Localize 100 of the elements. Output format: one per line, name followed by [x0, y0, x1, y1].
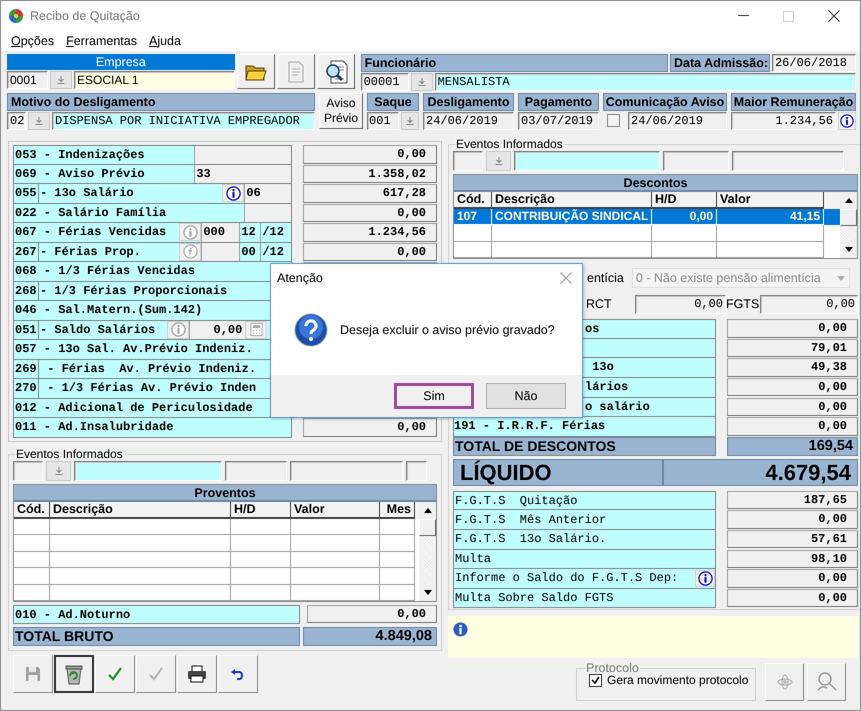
input-field[interactable]	[290, 461, 403, 481]
amount-field[interactable]: 98,10	[727, 550, 858, 568]
input-field[interactable]: 12	[239, 223, 260, 242]
amount-field[interactable]: 49,38	[727, 358, 858, 377]
dropdown-button[interactable]	[50, 71, 72, 89]
undo-button[interactable]	[218, 655, 258, 693]
close-icon[interactable]	[828, 10, 840, 22]
amount-field[interactable]: 0,00	[727, 319, 858, 338]
item-code: 269	[14, 360, 39, 378]
input-field[interactable]	[201, 242, 240, 261]
recycle-button[interactable]	[54, 655, 94, 693]
input-field[interactable]: 06	[244, 184, 292, 202]
input-field[interactable]: 000	[201, 223, 240, 242]
magnifier-button[interactable]	[807, 663, 846, 701]
company-code-field[interactable]: 0001	[7, 71, 48, 89]
amount-field[interactable]: 79,01	[727, 338, 858, 358]
input-field[interactable]: 00	[239, 242, 260, 261]
amount-field[interactable]: 0,00	[727, 588, 858, 608]
checkbox[interactable]	[589, 674, 602, 686]
employee-name-field[interactable]: MENSALISTA	[434, 73, 856, 91]
amount-field[interactable]: 0,00	[303, 242, 437, 261]
input-field[interactable]	[406, 461, 427, 481]
employee-code-field[interactable]: 00001	[360, 73, 409, 91]
input-field[interactable]	[74, 461, 222, 481]
item-label: Informe o Saldo do F.G.T.S Dep:	[454, 570, 678, 588]
alimony-label: entícia	[586, 271, 624, 286]
notice-button[interactable]: Aviso Prévio	[319, 93, 363, 129]
amount-field[interactable]: 0,00	[303, 204, 437, 222]
amount-field[interactable]: 0,00	[760, 294, 858, 314]
amount-field[interactable]: 0,00	[727, 378, 858, 396]
date-field[interactable]: 24/06/2019	[423, 112, 514, 130]
dropdown-button[interactable]	[486, 151, 511, 171]
reason-code-field[interactable]: 02	[7, 112, 26, 130]
amount-field[interactable]: 1.234,56	[731, 112, 836, 130]
reason-field[interactable]: DISPENSA POR INICIATIVA EMPREGADOR	[52, 112, 315, 130]
input-field[interactable]	[244, 204, 292, 222]
total-value: 169,54	[727, 436, 858, 456]
amount-field[interactable]: 0,00	[635, 294, 726, 314]
amount-field[interactable]: 0,00	[727, 510, 858, 529]
table-row[interactable]: 107 CONTRIBUIÇÃO SINDICAL 0,00 41,15	[454, 209, 840, 226]
info-icon	[170, 322, 186, 337]
item-code: 051	[14, 320, 39, 339]
window-title: Recibo de Quitação	[30, 9, 140, 23]
document-search-button[interactable]	[316, 54, 355, 89]
item-label: 069 - Aviso Prévio	[14, 164, 194, 183]
date-field[interactable]: 24/06/2019	[628, 112, 727, 130]
amount-field[interactable]: 1.358,02	[303, 164, 437, 183]
scrollbar-thumb[interactable]	[419, 519, 436, 536]
amount-field[interactable]: 617,28	[303, 184, 437, 202]
table-title: Descontos	[454, 175, 857, 192]
amount-field[interactable]: 0,00	[727, 398, 858, 416]
dropdown-button[interactable]	[410, 73, 433, 91]
input-field[interactable]	[13, 461, 43, 481]
input-field[interactable]	[514, 151, 660, 171]
input-field[interactable]: 0,00	[189, 320, 246, 339]
amount-field[interactable]: 187,65	[727, 490, 858, 510]
item-code: 055	[14, 184, 39, 202]
minimize-icon[interactable]	[738, 15, 749, 17]
input-field[interactable]	[732, 151, 844, 171]
checkbox[interactable]	[607, 114, 620, 127]
input-field[interactable]: 33	[194, 164, 292, 183]
amount-field[interactable]: 0,00	[303, 418, 437, 436]
menu-item[interactable]: Ferramentas	[66, 34, 137, 48]
input-field[interactable]	[453, 151, 483, 171]
dropdown-button[interactable]	[46, 461, 71, 481]
dropdown-button[interactable]	[401, 112, 419, 130]
input-field[interactable]: /12	[260, 242, 292, 261]
info-button[interactable]	[695, 570, 715, 587]
input-field[interactable]	[194, 146, 292, 164]
open-folder-button[interactable]	[236, 54, 275, 89]
amount-field[interactable]: 0,00	[303, 145, 437, 164]
dialog-button[interactable]: Não	[486, 383, 566, 409]
admission-date-field[interactable]: 26/06/2018	[772, 54, 856, 72]
input-field[interactable]	[225, 461, 287, 481]
amount-field[interactable]: 0,00	[727, 417, 858, 436]
dialog-button[interactable]: Sim	[394, 383, 474, 409]
up-arrow-icon	[844, 198, 852, 203]
info-button[interactable]	[222, 184, 244, 202]
amount-field[interactable]: 0,00	[727, 569, 858, 588]
amount-field[interactable]: 57,61	[727, 530, 858, 548]
date-field[interactable]: 03/07/2019	[518, 112, 599, 130]
scrollbar-thumb[interactable]	[840, 209, 857, 226]
withdrawal-code-field[interactable]: 001	[367, 112, 399, 130]
amount-field[interactable]: 0,00	[307, 604, 437, 624]
dropdown-button[interactable]	[28, 112, 50, 130]
recycle-bin-icon	[64, 663, 84, 685]
menu-item[interactable]: Opções	[11, 34, 54, 48]
net-label: LÍQUIDO	[453, 458, 663, 486]
confirm-button[interactable]	[95, 655, 135, 693]
menu-item[interactable]: Ajuda	[148, 34, 181, 48]
print-button[interactable]	[177, 655, 217, 693]
info-button[interactable]	[838, 112, 856, 130]
item-label: F.G.T.S Mês Anterior	[454, 512, 606, 529]
input-field[interactable]	[663, 151, 729, 171]
document-button[interactable]	[276, 54, 315, 89]
amount-field[interactable]: 1.234,56	[303, 223, 437, 242]
atom-button[interactable]	[765, 663, 804, 701]
up-arrow-icon	[424, 508, 432, 513]
caret-icon	[837, 276, 845, 281]
company-name-field[interactable]: ESOCIAL 1	[74, 71, 235, 89]
